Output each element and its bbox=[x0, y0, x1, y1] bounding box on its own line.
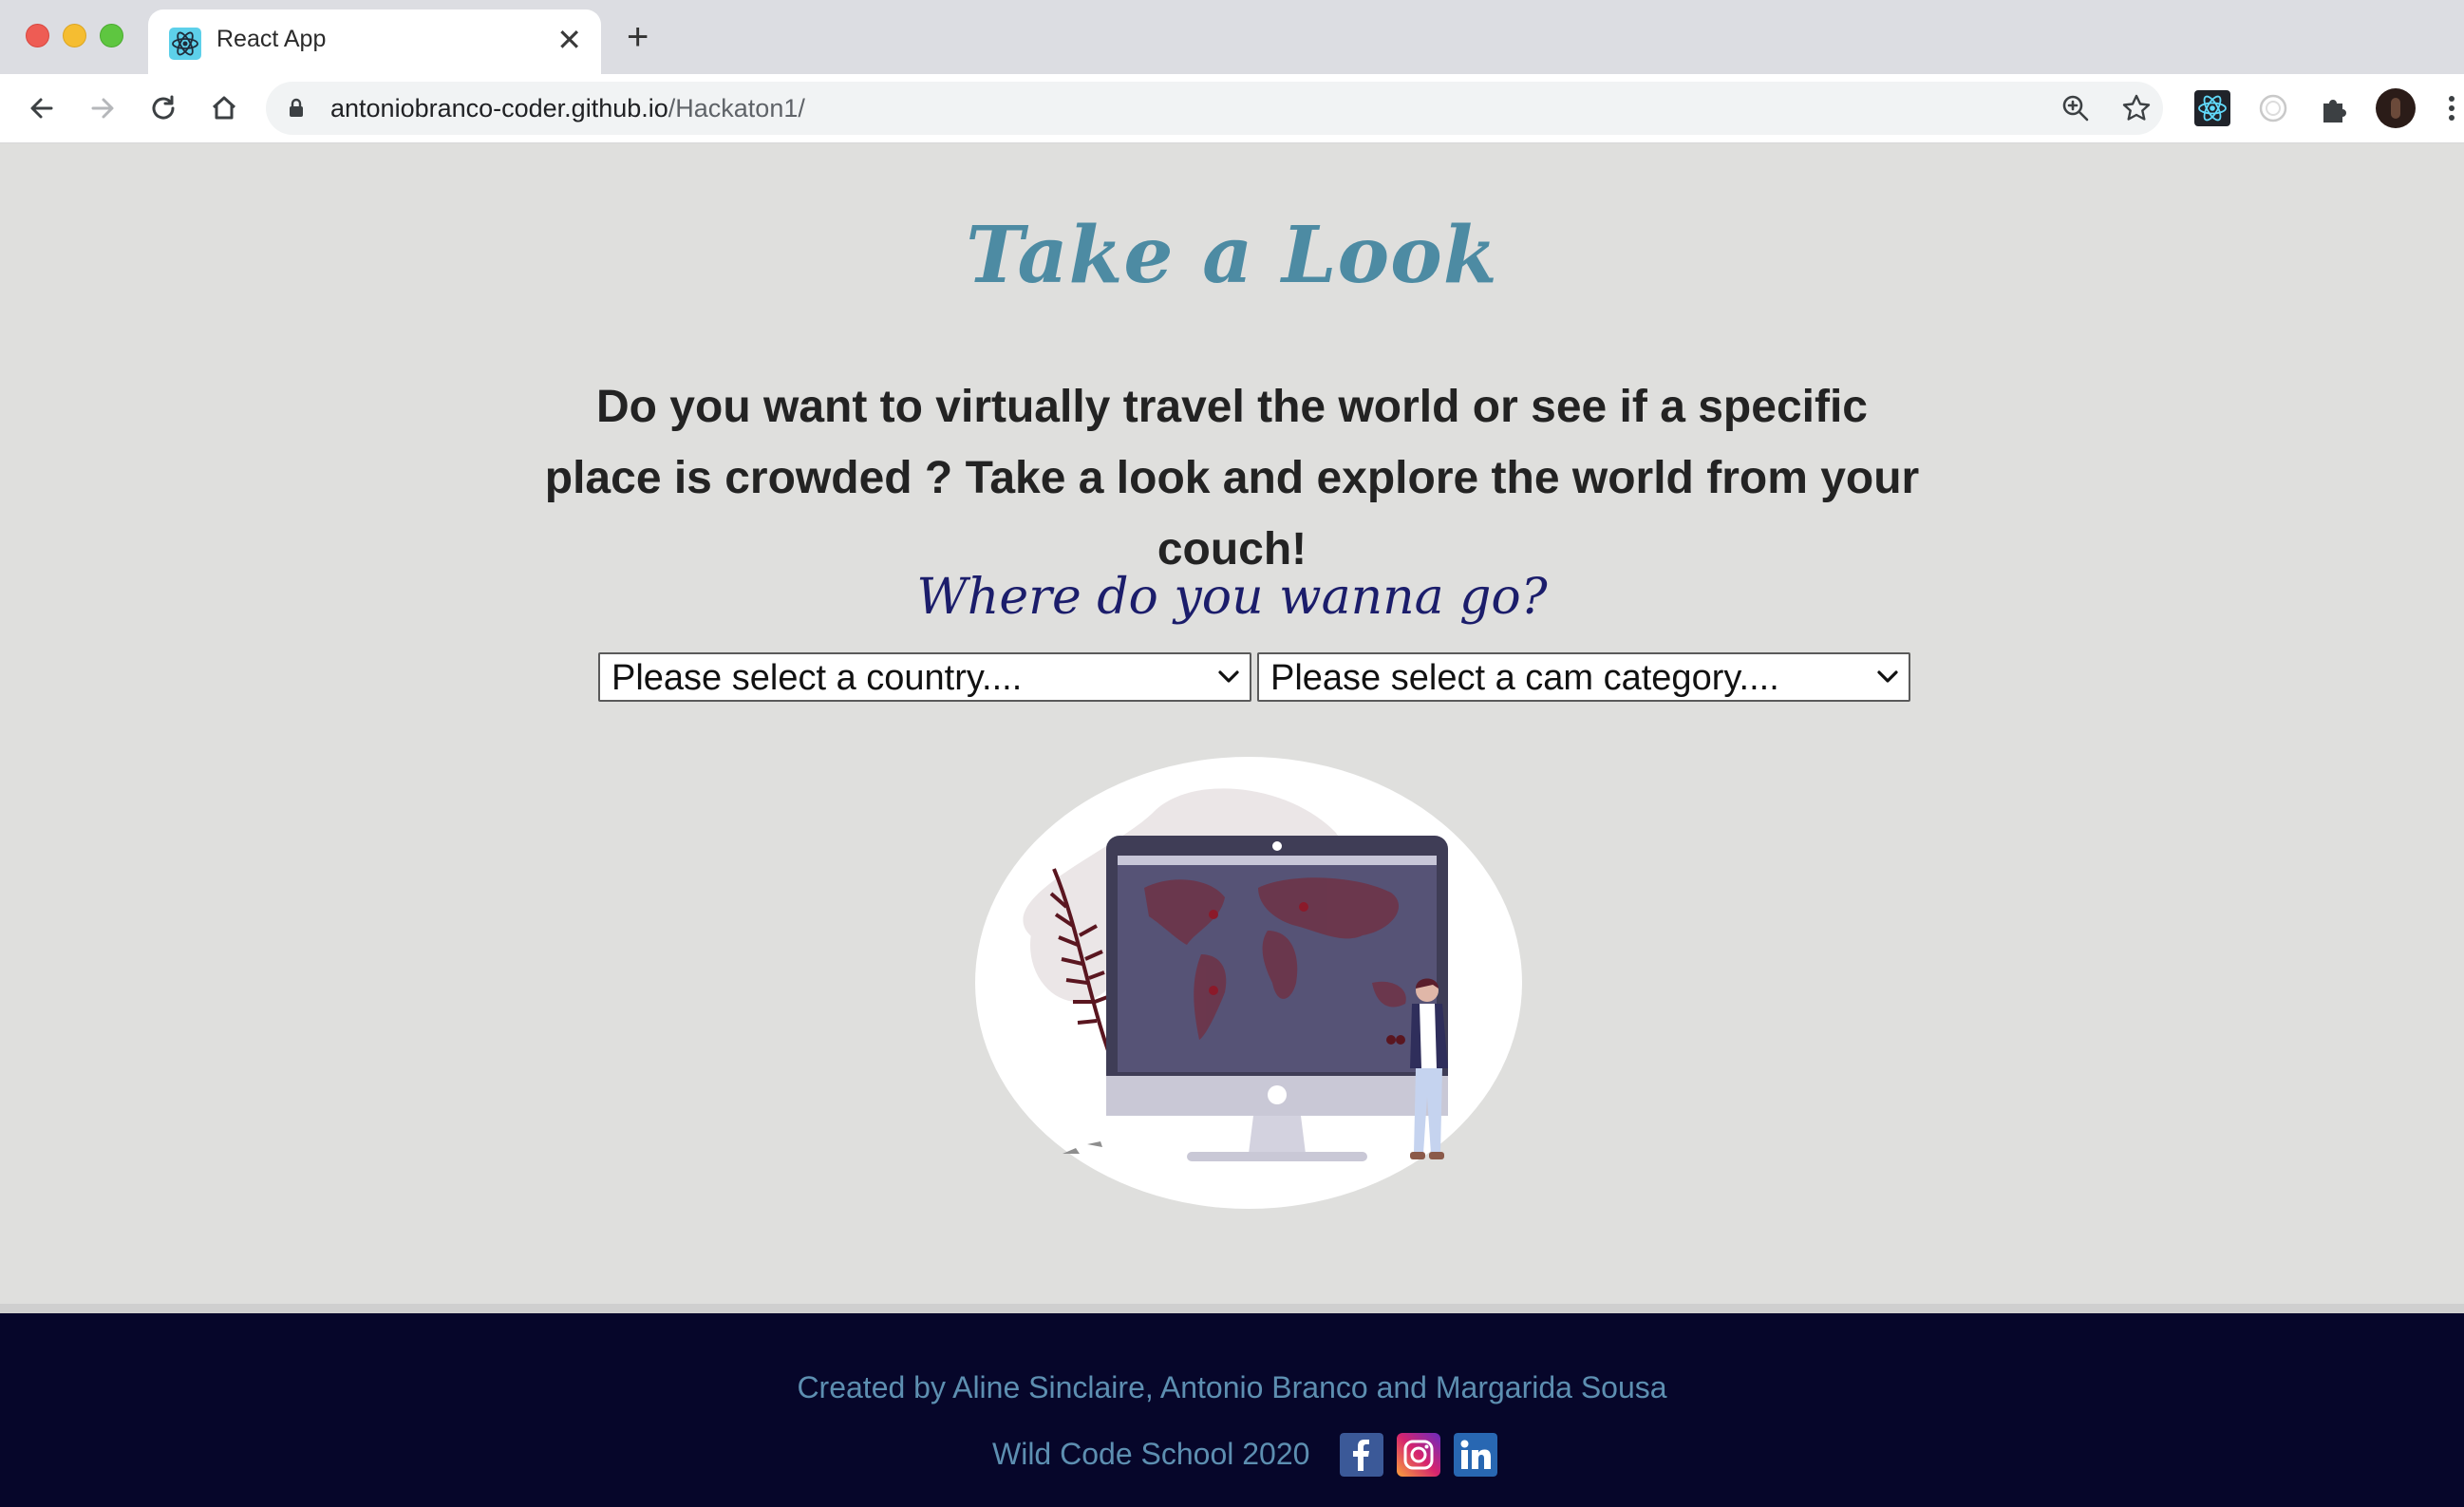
instagram-icon[interactable] bbox=[1397, 1433, 1440, 1477]
puzzle-icon[interactable] bbox=[2316, 90, 2352, 126]
menu-kebab-icon[interactable] bbox=[2442, 90, 2461, 126]
address-bar[interactable]: antoniobranco-coder.github.io/Hackaton1/ bbox=[266, 82, 2163, 135]
cam-category-select[interactable]: Please select a cam category.... bbox=[1257, 652, 1910, 702]
chevron-down-icon bbox=[1877, 670, 1898, 683]
footer: Created by Aline Sinclaire, Antonio Bran… bbox=[0, 1313, 2464, 1507]
country-select[interactable]: Please select a country.... bbox=[598, 652, 1251, 702]
reload-icon[interactable] bbox=[144, 89, 182, 127]
bookmark-star-icon[interactable] bbox=[2119, 91, 2154, 125]
footer-school: Wild Code School 2020 bbox=[992, 1437, 1310, 1471]
country-select-value: Please select a country.... bbox=[611, 658, 1023, 698]
url-host: antoniobranco-coder.github.io bbox=[330, 94, 668, 122]
lock-icon[interactable] bbox=[287, 97, 306, 120]
url-text[interactable]: antoniobranco-coder.github.io/Hackaton1/ bbox=[330, 94, 805, 123]
footer-divider bbox=[0, 1304, 2464, 1313]
zoom-icon[interactable] bbox=[2059, 91, 2093, 125]
browser-titlebar: React App ✕ + bbox=[0, 0, 2464, 74]
forward-icon[interactable] bbox=[84, 89, 122, 127]
window-maximize-button[interactable] bbox=[100, 24, 123, 47]
tab-title: React App bbox=[216, 26, 327, 52]
page-title: Take a Look bbox=[966, 210, 1498, 301]
react-favicon-icon bbox=[169, 28, 201, 60]
footer-credits: Created by Aline Sinclaire, Antonio Bran… bbox=[797, 1370, 1667, 1404]
browser-toolbar: antoniobranco-coder.github.io/Hackaton1/ bbox=[0, 74, 2464, 143]
url-path: /Hackaton1/ bbox=[668, 94, 805, 122]
extension-icon[interactable] bbox=[2255, 90, 2291, 126]
browser-tab-active[interactable]: React App ✕ bbox=[148, 9, 601, 74]
facebook-icon[interactable] bbox=[1340, 1433, 1383, 1477]
page-content: Take a Look Do you want to virtually tra… bbox=[0, 143, 2464, 1304]
profile-avatar[interactable] bbox=[2376, 88, 2416, 128]
intro-text: Do you want to virtually travel the worl… bbox=[544, 382, 1920, 575]
back-icon[interactable] bbox=[23, 89, 61, 127]
window-minimize-button[interactable] bbox=[63, 24, 86, 47]
chevron-down-icon bbox=[1218, 670, 1239, 683]
linkedin-icon[interactable] bbox=[1454, 1433, 1497, 1477]
window-close-button[interactable] bbox=[26, 24, 49, 47]
tab-close-icon[interactable]: ✕ bbox=[556, 21, 582, 59]
react-devtools-icon[interactable] bbox=[2194, 90, 2230, 126]
home-icon[interactable] bbox=[205, 89, 243, 127]
new-tab-button[interactable]: + bbox=[627, 17, 649, 57]
world-map-monitor-illustration bbox=[975, 757, 1522, 1209]
destination-prompt: Where do you wanna go? bbox=[916, 569, 1548, 626]
category-select-value: Please select a cam category.... bbox=[1270, 658, 1779, 698]
